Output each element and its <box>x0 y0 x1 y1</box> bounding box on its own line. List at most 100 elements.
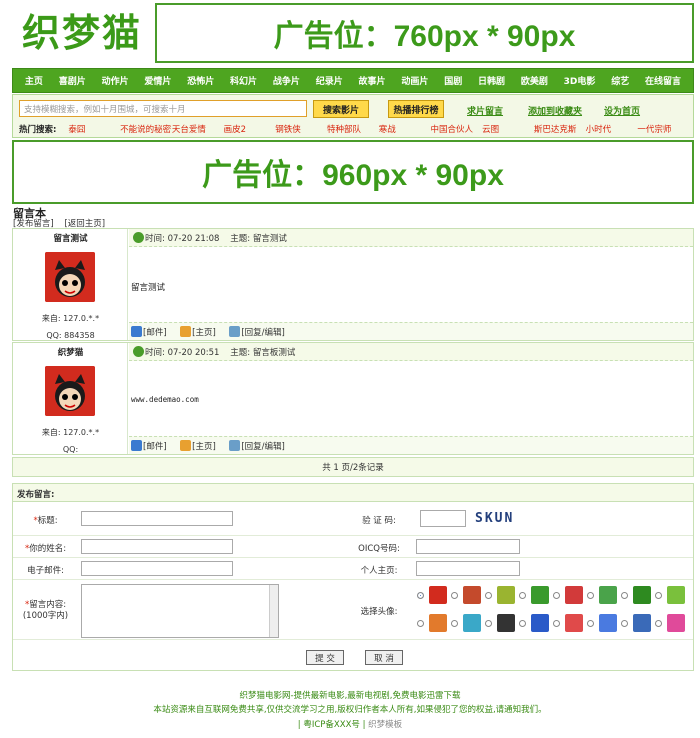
avatar-option-icon <box>531 586 549 604</box>
site-logo[interactable]: 织梦猫 <box>22 8 142 58</box>
hot-search-link[interactable]: 特种部队 <box>327 123 379 135</box>
main-nav: 主页 喜剧片 动作片 爱情片 恐怖片 科幻片 战争片 纪录片 故事片 动画片 国… <box>12 68 694 93</box>
nav-item-jpkr[interactable]: 日韩剧 <box>478 74 505 87</box>
textarea-scrollbar[interactable] <box>269 585 278 637</box>
entry-qq: QQ: 884358 <box>46 331 95 340</box>
nav-item-story[interactable]: 故事片 <box>359 74 386 87</box>
entry-actions: [邮件] [主页] [回复/编辑] <box>129 436 693 454</box>
captcha-field[interactable] <box>420 510 466 527</box>
homepage-link[interactable]: [主页] <box>192 326 216 338</box>
avatar-option-icon <box>463 614 481 632</box>
hot-search-link[interactable]: 一代宗师 <box>637 123 689 135</box>
hot-search-link[interactable]: 云图 <box>482 123 534 135</box>
entry-time: 时间: 07-20 20:51 <box>145 347 220 358</box>
hot-search-link[interactable]: 寒战 <box>379 123 431 135</box>
reply-icon <box>229 326 241 337</box>
avatar-option-icon <box>633 614 651 632</box>
home-icon <box>180 440 192 451</box>
avatar-radio[interactable] <box>621 619 628 627</box>
avatar-options-row1 <box>413 586 685 604</box>
reply-icon <box>229 440 241 451</box>
nav-item-domestic[interactable]: 国剧 <box>444 74 462 87</box>
nav-item-3d[interactable]: 3D电影 <box>564 74 596 87</box>
ad-banner-top[interactable]: 广告位：760px * 90px <box>155 3 694 63</box>
nav-item-variety[interactable]: 综艺 <box>611 74 629 87</box>
hot-search-link[interactable]: 画皮2 <box>224 123 276 135</box>
nav-item-guestbook[interactable]: 在线留言 <box>645 74 681 87</box>
name-field[interactable] <box>81 539 233 554</box>
homepage-field[interactable] <box>416 561 520 576</box>
reply-edit-link[interactable]: [回复/编辑] <box>241 440 285 452</box>
clock-icon <box>133 232 144 243</box>
avatar-radio[interactable] <box>621 591 628 599</box>
email-label: 电子邮件: <box>27 566 64 576</box>
nav-item-western[interactable]: 欧美剧 <box>521 74 548 87</box>
avatar-radio[interactable] <box>485 619 492 627</box>
hot-search-link[interactable]: 斯巴达克斯 <box>534 123 586 135</box>
set-homepage-link[interactable]: 设为首页 <box>604 104 640 117</box>
ad-banner-middle[interactable]: 广告位：960px * 90px <box>12 140 694 204</box>
nav-item-home[interactable]: 主页 <box>25 74 43 87</box>
email-link[interactable]: [邮件] <box>143 440 167 452</box>
hot-search-link[interactable]: 小时代 <box>586 123 638 135</box>
hot-ranking-button[interactable]: 热播排行榜 <box>388 100 444 118</box>
homepage-link[interactable]: [主页] <box>192 440 216 452</box>
nav-item-scifi[interactable]: 科幻片 <box>230 74 257 87</box>
avatar-radio[interactable] <box>553 591 560 599</box>
email-field[interactable] <box>81 561 233 576</box>
pagination: 共 1 页/2条记录 <box>12 457 694 477</box>
nav-item-comedy[interactable]: 喜剧片 <box>59 74 86 87</box>
avatar-radio[interactable] <box>451 591 458 599</box>
entry-qq: QQ: <box>62 445 79 454</box>
avatar-radio[interactable] <box>655 591 662 599</box>
hot-search-link[interactable]: 泰囧 <box>68 123 120 135</box>
hot-search-row: 热门搜索: 泰囧 不能说的秘密 天台爱情 画皮2 钢铁侠 特种部队 寒战 中国合… <box>19 123 689 135</box>
nav-item-animation[interactable]: 动画片 <box>401 74 428 87</box>
hot-search-link[interactable]: 不能说的秘密 <box>120 123 172 135</box>
email-link[interactable]: [邮件] <box>143 326 167 338</box>
hot-search-label: 热门搜索: <box>19 125 57 135</box>
avatar <box>45 366 95 416</box>
hot-search-link[interactable]: 天台爱情 <box>172 123 224 135</box>
avatar-radio[interactable] <box>587 619 594 627</box>
avatar-radio[interactable] <box>655 619 662 627</box>
avatar-option-icon <box>497 614 515 632</box>
nav-item-documentary[interactable]: 纪录片 <box>316 74 343 87</box>
add-favorite-link[interactable]: 添加到收藏夹 <box>528 104 582 117</box>
avatar-radio[interactable] <box>553 619 560 627</box>
avatar-radio[interactable] <box>587 591 594 599</box>
reply-edit-link[interactable]: [回复/编辑] <box>241 326 285 338</box>
email-icon <box>131 326 142 337</box>
avatar-radio[interactable] <box>485 591 492 599</box>
submit-button[interactable]: 提 交 <box>306 650 344 665</box>
avatar-radio[interactable] <box>519 619 526 627</box>
hot-search-link[interactable]: 钢铁侠 <box>275 123 327 135</box>
nav-item-action[interactable]: 动作片 <box>102 74 129 87</box>
content-textarea[interactable] <box>81 584 279 638</box>
avatar-radio[interactable] <box>417 591 424 599</box>
form-row: *留言内容: (1000字内) 选择头像: <box>13 580 693 640</box>
icp-link[interactable]: | 粤ICP备XXX号 | <box>298 720 366 730</box>
nav-item-romance[interactable]: 爱情片 <box>144 74 171 87</box>
entry-from: 来自: 127.0.*.* <box>41 428 100 437</box>
captcha-image[interactable]: SKUN <box>475 511 514 526</box>
nav-item-horror[interactable]: 恐怖片 <box>187 74 214 87</box>
entry-from: 来自: 127.0.*.* <box>41 314 100 323</box>
form-title: 发布留言: <box>13 484 693 502</box>
avatar-radio[interactable] <box>451 619 458 627</box>
request-movie-link[interactable]: 求片留言 <box>467 104 503 117</box>
hot-search-link[interactable]: 中国合伙人 <box>430 123 482 135</box>
avatar-radio[interactable] <box>417 619 424 627</box>
subject-label: *标题: <box>33 516 58 526</box>
avatar-radio[interactable] <box>519 591 526 599</box>
oicq-field[interactable] <box>416 539 520 554</box>
template-credit[interactable]: 织梦模板 <box>368 720 402 730</box>
avatar-option-icon <box>531 614 549 632</box>
entry-subject: 主题: 留言测试 <box>230 233 287 244</box>
subject-field[interactable] <box>81 511 233 526</box>
cancel-button[interactable]: 取 消 <box>365 650 403 665</box>
nav-item-war[interactable]: 战争片 <box>273 74 300 87</box>
entry-subject: 主题: 留言板测试 <box>230 347 296 358</box>
search-input[interactable]: 支持模糊搜索，例如十月围城，可搜索十月 <box>19 100 307 117</box>
search-button[interactable]: 搜索影片 <box>313 100 369 118</box>
